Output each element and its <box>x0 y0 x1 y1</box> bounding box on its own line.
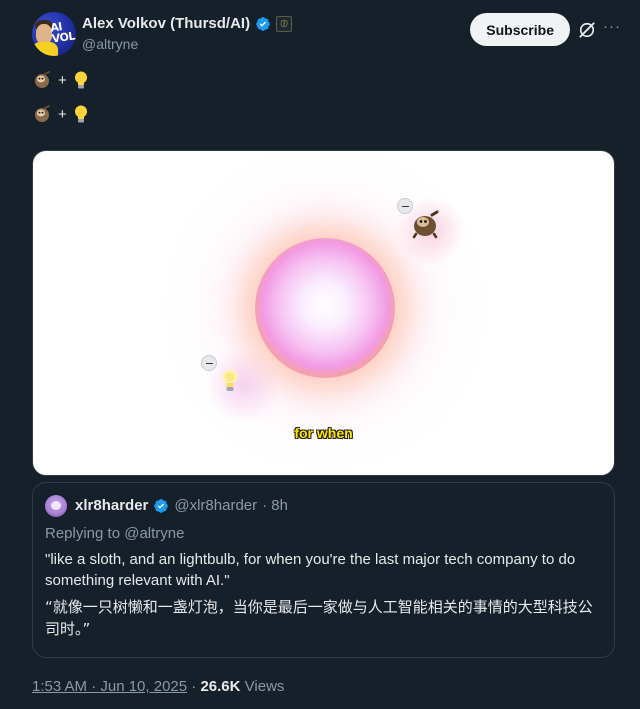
affiliation-badge-icon[interactable]: Ⓘ <box>276 15 293 32</box>
avatar-logo-text: AI VOL <box>49 20 76 46</box>
sloth-figure-icon <box>412 210 439 239</box>
lightbulb-emoji-icon <box>74 105 87 123</box>
plus-sign: + <box>58 71 67 89</box>
author-handle[interactable]: @altryne <box>82 36 138 52</box>
post-text-line-1: + <box>32 70 89 90</box>
quoted-post[interactable]: xlr8harder @xlr8harder · 8h Replying to … <box>32 482 615 658</box>
sloth-emoji-icon <box>35 105 50 122</box>
plus-sign: + <box>58 105 67 123</box>
grok-icon[interactable] <box>577 20 597 40</box>
footer-separator: · <box>191 678 197 695</box>
quote-author-name[interactable]: xlr8harder <box>75 497 148 514</box>
quote-author-avatar[interactable] <box>45 495 67 517</box>
post-text-line-2: + <box>32 104 89 124</box>
video-caption: for when <box>294 425 353 441</box>
views-count: 26.6K <box>200 678 241 695</box>
verified-badge-icon <box>154 498 169 513</box>
post-media-video[interactable]: for when <box>32 150 615 476</box>
author-display-name[interactable]: Alex Volkov (Thursd/AI) <box>82 15 250 32</box>
more-options-icon[interactable]: ··· <box>602 18 622 38</box>
subscribe-button[interactable]: Subscribe <box>470 13 570 46</box>
post-footer: 1:53 AM · Jun 10, 2025 · 26.6K Views <box>32 678 284 695</box>
quote-time: · 8h <box>262 497 288 514</box>
quote-text-english: "like a sloth, and an lightbulb, for whe… <box>45 551 576 589</box>
post-timestamp[interactable]: 1:53 AM · Jun 10, 2025 <box>32 678 187 695</box>
post-header: AI VOL Alex Volkov (Thursd/AI) Ⓘ @altryne… <box>32 12 622 60</box>
lightbulb-figure-icon <box>222 369 238 391</box>
minus-badge-icon <box>201 355 217 371</box>
author-name-row: Alex Volkov (Thursd/AI) Ⓘ <box>82 15 293 32</box>
quote-header: xlr8harder @xlr8harder · 8h <box>75 497 288 514</box>
verified-badge-icon[interactable] <box>255 16 271 32</box>
author-avatar[interactable]: AI VOL <box>32 12 76 56</box>
quote-text-chinese: “就像一只树懒和一盏灯泡，当你是最后一家做与人工智能相关的事情的大型科技公司时。… <box>45 598 593 638</box>
glowing-orb <box>255 238 395 378</box>
views-label: Views <box>244 678 285 695</box>
replying-to: Replying to @altryne <box>45 525 185 542</box>
quote-author-handle[interactable]: @xlr8harder <box>174 497 257 514</box>
sloth-emoji-icon <box>35 71 50 88</box>
lightbulb-emoji-icon <box>74 71 87 89</box>
